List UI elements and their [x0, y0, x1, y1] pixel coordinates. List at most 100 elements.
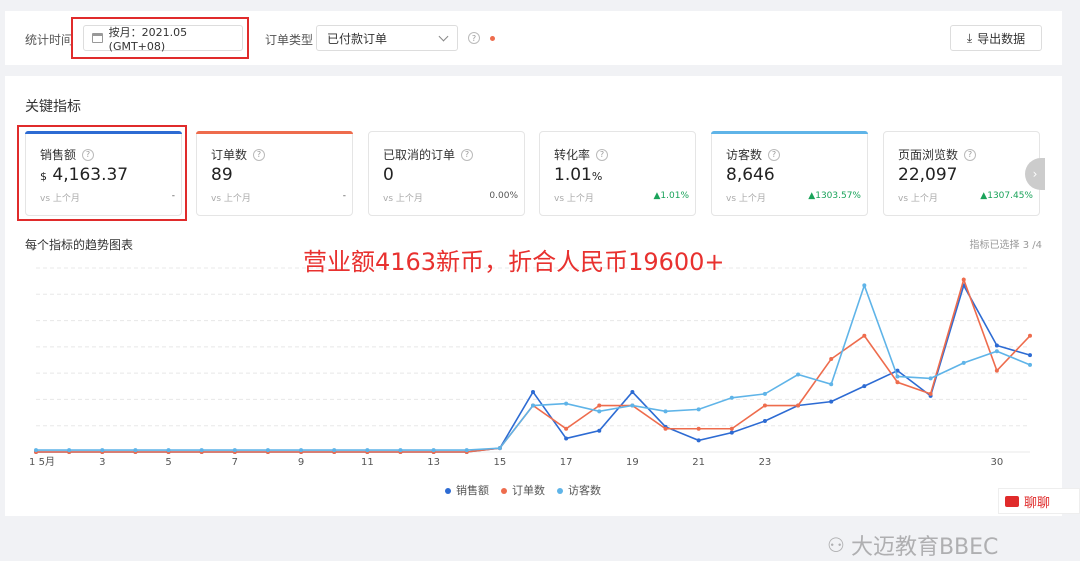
chevron-down-icon	[438, 31, 449, 41]
help-icon[interactable]: ?	[468, 32, 480, 44]
data-point[interactable]	[1028, 353, 1032, 358]
metric-card[interactable]: 页面浏览数? 22,097 vs 上个月 ▲1307.45%	[883, 131, 1040, 216]
card-change: -	[342, 191, 346, 201]
data-point[interactable]	[729, 426, 734, 431]
data-point[interactable]	[895, 380, 900, 385]
data-point[interactable]	[564, 436, 569, 441]
data-point[interactable]	[531, 389, 535, 394]
data-point[interactable]	[762, 419, 767, 424]
data-point[interactable]	[796, 372, 801, 377]
help-icon[interactable]: ?	[253, 148, 266, 161]
data-point[interactable]	[696, 407, 701, 412]
metrics-panel: 关键指标 销售额? $ 4,163.37 vs 上个月 - 订单数? 89 vs 上个月 - 已…	[5, 76, 1062, 560]
x-tick-label: 19	[626, 457, 639, 468]
data-point[interactable]	[431, 448, 436, 453]
card-change: 0.00%	[489, 191, 518, 201]
data-point[interactable]	[398, 448, 403, 453]
data-point[interactable]	[531, 403, 535, 408]
card-title: 页面浏览数?	[898, 146, 977, 163]
help-icon[interactable]: ?	[461, 148, 474, 161]
data-point[interactable]	[597, 403, 602, 408]
legend-item[interactable]: 访客数	[557, 482, 601, 498]
x-tick-label: 13	[427, 457, 440, 468]
data-point[interactable]	[232, 448, 237, 453]
data-point[interactable]	[829, 357, 834, 362]
data-point[interactable]	[34, 448, 38, 453]
data-point[interactable]	[994, 349, 999, 354]
watermark: ⚇ 大迈教育BBEC	[827, 529, 998, 561]
stat-time-label: 统计时间	[25, 33, 74, 47]
legend-dot	[501, 488, 507, 494]
series-line	[36, 283, 1031, 453]
data-point[interactable]	[1028, 333, 1032, 338]
x-tick-label: 3	[99, 457, 105, 468]
data-point[interactable]	[696, 438, 701, 443]
data-point[interactable]	[265, 448, 270, 453]
data-point[interactable]	[630, 403, 635, 408]
status-dot	[490, 36, 495, 41]
card-compare-label: vs 上个月	[554, 194, 594, 204]
help-icon[interactable]: ?	[768, 148, 781, 161]
trend-chart: 1 5月 3 5 7 9 11 13 15 17 19 21 23 30	[29, 267, 1032, 468]
order-type-select[interactable]: 已付款订单	[316, 25, 458, 51]
metric-card[interactable]: 已取消的订单? 0 vs 上个月 0.00%	[368, 131, 525, 216]
legend-item[interactable]: 销售额	[445, 482, 489, 498]
data-point[interactable]	[332, 448, 337, 453]
data-point[interactable]	[133, 448, 138, 453]
data-point[interactable]	[166, 448, 171, 453]
data-point[interactable]	[928, 391, 933, 396]
card-accent-bar	[711, 131, 868, 134]
data-point[interactable]	[67, 448, 72, 453]
chat-icon	[1005, 495, 1019, 507]
help-icon[interactable]: ?	[964, 148, 977, 161]
data-point[interactable]	[299, 448, 304, 453]
data-point[interactable]	[365, 448, 370, 453]
data-point[interactable]	[1028, 362, 1032, 367]
data-point[interactable]	[100, 448, 105, 453]
data-point[interactable]	[928, 376, 933, 381]
data-point[interactable]	[829, 382, 834, 387]
data-point[interactable]	[829, 399, 834, 404]
card-value: 89	[211, 165, 233, 185]
data-point[interactable]	[696, 426, 701, 431]
data-point[interactable]	[564, 426, 569, 431]
data-point[interactable]	[663, 409, 668, 414]
data-point[interactable]	[497, 446, 502, 451]
data-point[interactable]	[597, 428, 602, 433]
export-button[interactable]: ⤓ 导出数据	[950, 25, 1042, 51]
data-point[interactable]	[994, 343, 999, 348]
data-point[interactable]	[994, 368, 999, 373]
data-point[interactable]	[729, 430, 734, 435]
data-point[interactable]	[762, 403, 767, 408]
data-point[interactable]	[862, 333, 867, 338]
card-change: ▲1303.57%	[808, 191, 861, 201]
metric-selected-count[interactable]: 指标已选择 3 /4	[970, 236, 1042, 251]
card-change: ▲1307.45%	[980, 191, 1033, 201]
data-point[interactable]	[862, 384, 867, 389]
data-point[interactable]	[597, 409, 602, 414]
data-point[interactable]	[862, 283, 867, 288]
metric-card[interactable]: 访客数? 8,646 vs 上个月 ▲1303.57%	[711, 131, 868, 216]
legend-item[interactable]: 订单数	[501, 482, 545, 498]
data-point[interactable]	[564, 401, 569, 406]
help-icon[interactable]: ?	[596, 148, 609, 161]
data-point[interactable]	[762, 391, 767, 396]
data-point[interactable]	[729, 395, 734, 400]
download-icon: ⤓	[966, 30, 973, 45]
data-point[interactable]	[663, 426, 668, 431]
chat-button[interactable]: 聊聊	[998, 488, 1080, 514]
data-point[interactable]	[961, 360, 966, 365]
metric-card[interactable]: 订单数? 89 vs 上个月 -	[196, 131, 353, 216]
data-point[interactable]	[199, 448, 204, 453]
x-tick-label: 23	[759, 457, 772, 468]
data-point[interactable]	[961, 277, 966, 282]
data-point[interactable]	[895, 374, 900, 379]
chart-title: 每个指标的趋势图表	[25, 238, 134, 252]
x-tick-label: 21	[692, 457, 705, 468]
card-value: 22,097	[898, 165, 958, 185]
metric-card[interactable]: 转化率? 1.01% vs 上个月 ▲1.01%	[539, 131, 696, 216]
data-point[interactable]	[464, 448, 469, 453]
data-point[interactable]	[796, 403, 801, 408]
filter-bar: 统计时间 按月：2021.05 (GMT+08) 订单类型 已付款订单 ? ⤓ …	[5, 11, 1062, 65]
data-point[interactable]	[630, 389, 635, 394]
